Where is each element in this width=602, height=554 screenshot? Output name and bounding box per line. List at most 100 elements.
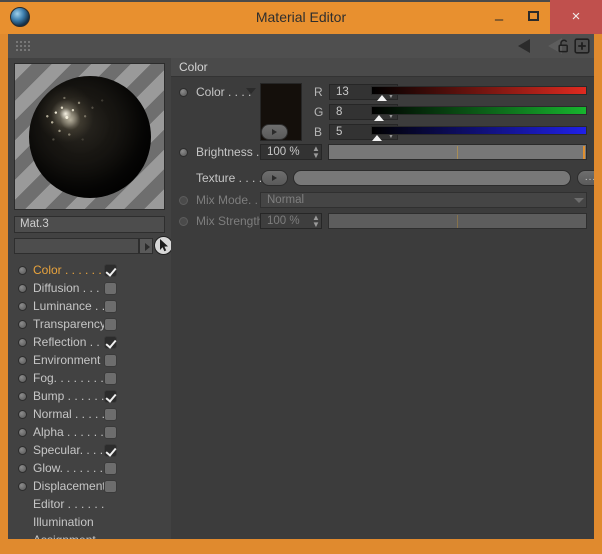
channel-label: Normal . . . . . [33,407,106,421]
channel-item[interactable]: Normal . . . . . [8,405,171,423]
channel-checkbox[interactable] [104,426,117,439]
channel-bullet-icon [18,428,27,437]
channel-bullet-icon [18,284,27,293]
channel-item[interactable]: Glow. . . . . . . [8,459,171,477]
channel-list: Color . . . . . . Diffusion . . . Luminanc… [8,261,171,539]
brightness-label: Brightness . . [196,145,267,159]
channel-checkbox[interactable] [104,462,117,475]
channel-item[interactable]: Illumination [8,513,171,531]
mix-mode-bullet-icon [179,196,188,205]
color-row-label: Color . . . . [196,85,252,99]
channel-item[interactable]: Displacement [8,477,171,495]
brightness-bullet-icon[interactable] [179,148,188,157]
channel-checkbox[interactable] [104,318,117,331]
channel-bullet-icon [18,266,27,275]
channel-label: Color . . . . . . [33,263,102,277]
texture-browse-button[interactable]: ... [577,170,594,186]
channel-bullet-icon [18,320,27,329]
color-expand-icon[interactable] [246,88,256,94]
channel-checkbox[interactable] [104,390,117,403]
mix-strength-spinner[interactable]: ▲ ▼ [310,214,322,229]
channel-checkbox[interactable] [104,354,117,367]
mix-strength-slider[interactable] [328,213,587,229]
color-row-b: B 5 ▲▼ [171,122,594,142]
drag-grip-icon[interactable] [14,39,32,53]
channel-item[interactable]: Luminance . . [8,297,171,315]
texture-label: Texture . . . . . [196,171,269,185]
lock-icon[interactable] [556,38,572,54]
channel-label: Glow. . . . . . . [33,461,104,475]
channel-label: Bump . . . . . . [33,389,105,403]
channel-checkbox[interactable] [104,444,117,457]
channel-item[interactable]: Assignment [8,531,171,539]
channel-checkbox[interactable] [104,372,117,385]
channel-item[interactable]: Editor . . . . . . [8,495,171,513]
r-slider-knob[interactable] [377,95,387,101]
window-left-border [0,34,8,554]
g-gradient-slider[interactable] [371,106,587,115]
channel-bullet-icon [18,482,27,491]
channel-item[interactable]: Fog. . . . . . . . [8,369,171,387]
texture-input[interactable] [293,170,571,186]
b-gradient-slider[interactable] [371,126,587,135]
selector-dropdown-arrow-icon[interactable] [139,238,153,254]
channel-label: Alpha . . . . . . [33,425,104,439]
mix-strength-center-mark [457,215,458,228]
brightness-slider[interactable] [328,144,587,160]
channel-checkbox[interactable] [104,336,117,349]
title-bar: Material Editor – × [0,0,602,34]
brightness-spinner[interactable]: ▲ ▼ [310,145,322,160]
material-selector-input[interactable] [14,238,139,254]
mix-mode-chevron-down-icon [574,198,584,203]
channel-item[interactable]: Specular. . . . [8,441,171,459]
mix-mode-select[interactable]: Normal [260,192,587,208]
channel-label: Reflection . . [33,335,100,349]
channel-checkbox[interactable] [104,282,117,295]
channel-item[interactable]: Reflection . . [8,333,171,351]
channel-bullet-icon [18,338,27,347]
channel-checkbox[interactable] [104,408,117,421]
channel-bullet-icon [18,392,27,401]
color-row-g: G 8 ▲▼ [171,102,594,122]
pick-cursor-icon[interactable] [154,236,171,255]
channel-checkbox[interactable] [104,480,117,493]
b-slider-knob[interactable] [372,135,382,141]
color-row-bullet-icon[interactable] [179,88,188,97]
mix-strength-label: Mix Strength [196,214,264,228]
color-texture-arrow-button[interactable] [261,124,288,140]
channel-bullet-icon [18,446,27,455]
texture-arrow-button[interactable] [261,170,288,186]
right-panel: Color Color . . . . R 13 ▲▼ G 8 ▲▼ B 5 ▲ [171,58,594,539]
channel-item[interactable]: Alpha . . . . . . [8,423,171,441]
mix-strength-bullet-icon [179,217,188,226]
channel-item[interactable]: Bump . . . . . . [8,387,171,405]
channel-checkbox[interactable] [104,300,117,313]
close-button[interactable]: × [550,0,602,34]
minimize-button[interactable]: – [482,0,516,34]
mix-mode-row: Mix Mode. . . Normal [171,190,594,210]
channel-label: Specular. . . . [33,443,104,457]
channel-bullet-icon [18,356,27,365]
brightness-slider-handle[interactable] [583,146,585,159]
channel-item[interactable]: Environment [8,351,171,369]
material-name-input[interactable]: Mat.3 [14,216,165,233]
plus-box-icon[interactable] [574,38,590,54]
channel-checkbox[interactable] [104,264,117,277]
channel-item[interactable]: Color . . . . . . [8,261,171,279]
window-right-border [594,34,602,554]
r-gradient-slider[interactable] [371,86,587,95]
channel-label: Luminance . . [33,299,106,313]
g-slider-knob[interactable] [374,115,384,121]
collapse-arrow-icon[interactable] [518,39,530,53]
material-editor-window: Material Editor – × Mat.3 Color . . . . … [0,0,602,554]
maximize-icon [527,11,539,21]
window-bottom-border [0,539,602,554]
material-preview[interactable] [14,63,165,210]
channel-item[interactable]: Diffusion . . . [8,279,171,297]
channel-item[interactable]: Transparency [8,315,171,333]
channel-bullet-icon [18,302,27,311]
specular-sparkles [28,75,151,198]
channel-label: Assignment [33,531,96,539]
channel-label: Environment [33,353,101,367]
maximize-button[interactable] [516,0,550,34]
